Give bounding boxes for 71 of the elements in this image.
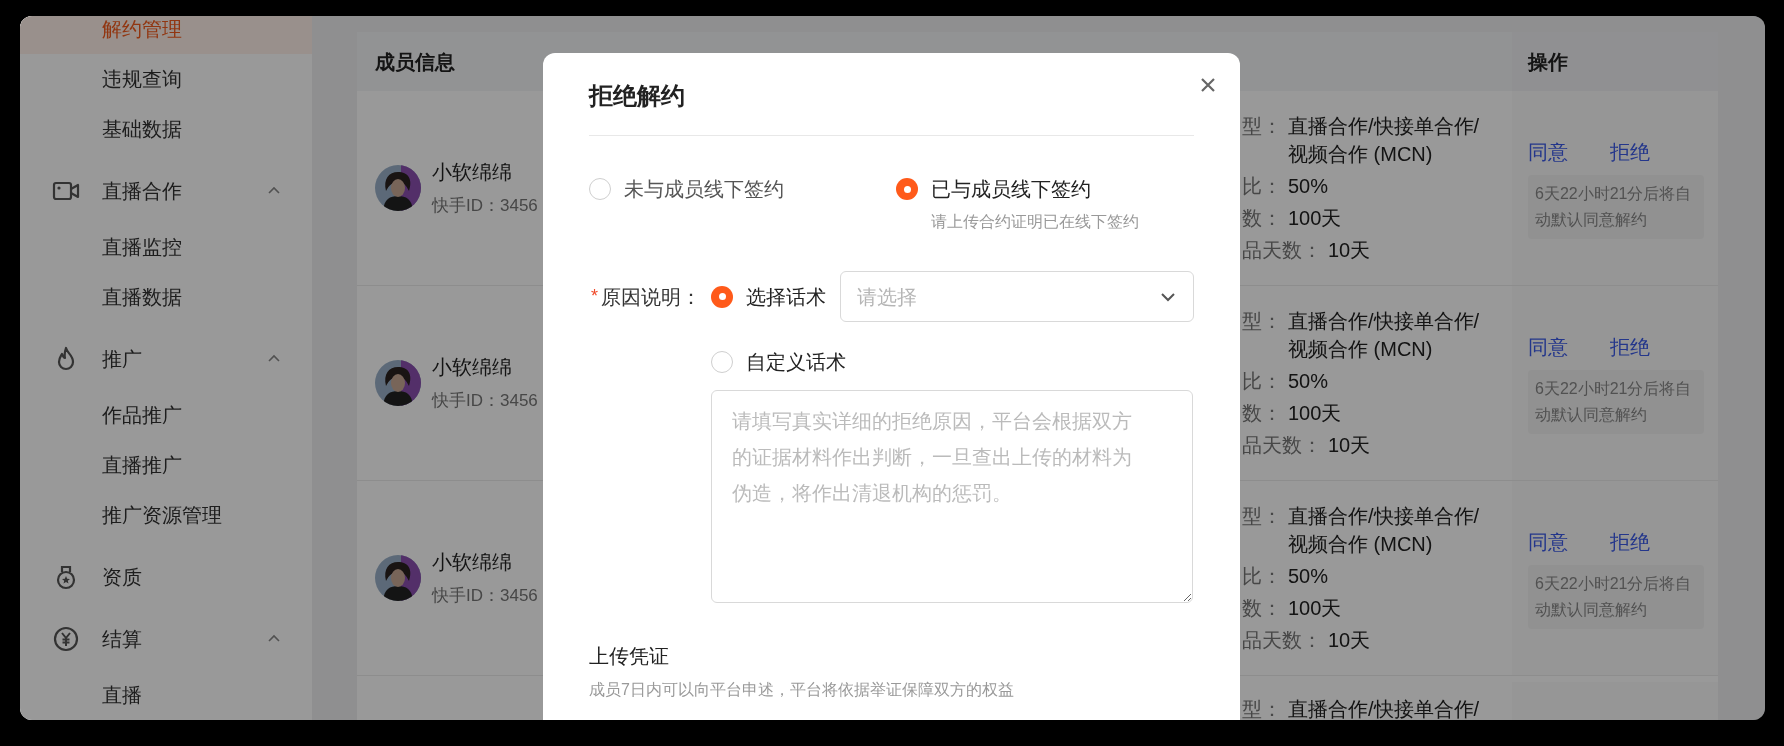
radio-button[interactable] [896, 178, 918, 200]
sidebar-item[interactable]: 推广资源管理 [20, 490, 312, 540]
field-label: 品天数： [1242, 628, 1323, 653]
sidebar-item[interactable]: 作品推广 [20, 390, 312, 440]
link[interactable]: 同意 [1528, 527, 1568, 557]
member-name: 小软绵绵 [432, 355, 513, 381]
field-value: 10天 [1328, 238, 1372, 263]
sidebar-group[interactable]: 资质 [20, 552, 312, 602]
link[interactable]: 同意 [1528, 137, 1568, 167]
close-icon[interactable] [1199, 76, 1217, 94]
countdown-note: 6天22小时21分后将自动默认同意解约 [1528, 175, 1704, 239]
radio-label: 已与成员线下签约 [931, 177, 1091, 202]
field-value: 10天 [1328, 628, 1372, 653]
sidebar-item[interactable]: 直播推广 [20, 440, 312, 490]
field-label: 比： [1242, 564, 1283, 589]
radio-button[interactable] [589, 178, 611, 200]
countdown-note: 6天22小时21分后将自动默认同意解约 [1528, 565, 1704, 629]
field-label: 型： [1242, 309, 1283, 334]
link[interactable]: 拒绝 [1610, 332, 1650, 362]
radio-label: 未与成员线下签约 [624, 177, 784, 202]
sidebar-item[interactable]: 基础数据 [20, 104, 312, 154]
member-name: 小软绵绵 [432, 160, 513, 186]
link[interactable]: 拒绝 [1610, 527, 1650, 557]
field-value: 50% [1288, 174, 1330, 199]
field-value: 直播合作/快接单合作/ [1288, 697, 1481, 720]
field-value: 直播合作/快接单合作/视频合作 (MCN) [1288, 504, 1481, 557]
text-area[interactable]: 请填写真实详细的拒绝原因，平台会根据双方的证据材料作出判断，一旦查出上传的材料为伪造，将作出清退机构的惩罚。 [711, 390, 1193, 603]
radio-label: 选择话术 [746, 284, 826, 310]
radio-button[interactable] [711, 351, 733, 373]
link[interactable]: 同意 [1528, 332, 1568, 362]
radio-button[interactable] [711, 285, 733, 308]
countdown-note: 6天22小时21分后将自动默认同意解约 [1528, 370, 1704, 434]
radio-label: 自定义话术 [746, 350, 846, 375]
sidebar-item[interactable]: 违规查询 [20, 54, 312, 104]
field-value: 直播合作/快接单合作/视频合作 (MCN) [1288, 309, 1481, 362]
sidebar-group[interactable]: 结算 [20, 614, 312, 664]
section-title: 上传凭证 [589, 644, 670, 669]
field-label: 型： [1242, 114, 1283, 139]
field-label: 数： [1242, 596, 1283, 621]
field-value: 100天 [1288, 596, 1343, 621]
sidebar-item[interactable]: 直播监控 [20, 222, 312, 272]
field-value: 50% [1288, 369, 1330, 394]
field-label: 数： [1242, 206, 1283, 231]
link[interactable]: 拒绝 [1610, 137, 1650, 167]
field-label: 数： [1242, 401, 1283, 426]
required-mark: * [590, 285, 599, 308]
member-id: 快手ID：3456 [432, 195, 538, 218]
field-label: 比： [1242, 174, 1283, 199]
member-id: 快手ID：3456 [432, 585, 538, 608]
hint-text: 成员7日内可以向平台申述，平台将依据举证保障双方的权益 [589, 680, 1015, 700]
field-label: 型： [1242, 504, 1283, 529]
dialog-title: 拒绝解约 [589, 81, 686, 109]
field-label: 原因说明： [601, 284, 701, 310]
field-label: 品天数： [1242, 433, 1323, 458]
column-header: 成员信息 [374, 49, 456, 75]
field-value: 100天 [1288, 206, 1343, 231]
field-value: 直播合作/快接单合作/视频合作 (MCN) [1288, 114, 1481, 167]
field-value: 10天 [1328, 433, 1372, 458]
sidebar-item[interactable]: 直播 [20, 670, 312, 720]
field-value: 50% [1288, 564, 1330, 589]
hint-text: 请上传合约证明已在线下签约 [931, 212, 1139, 232]
yen-coin-icon [52, 625, 80, 653]
member-id: 快手ID：3456 [432, 390, 538, 413]
sidebar-group[interactable]: 直播合作 [20, 166, 312, 216]
field-label: 比： [1242, 369, 1283, 394]
field-label: 品天数： [1242, 238, 1323, 263]
field-label: 型： [1242, 697, 1283, 720]
field-value: 100天 [1288, 401, 1343, 426]
member-name: 小软绵绵 [432, 550, 513, 576]
sidebar-item[interactable]: 直播数据 [20, 272, 312, 322]
sidebar-group[interactable]: 推广 [20, 334, 312, 384]
